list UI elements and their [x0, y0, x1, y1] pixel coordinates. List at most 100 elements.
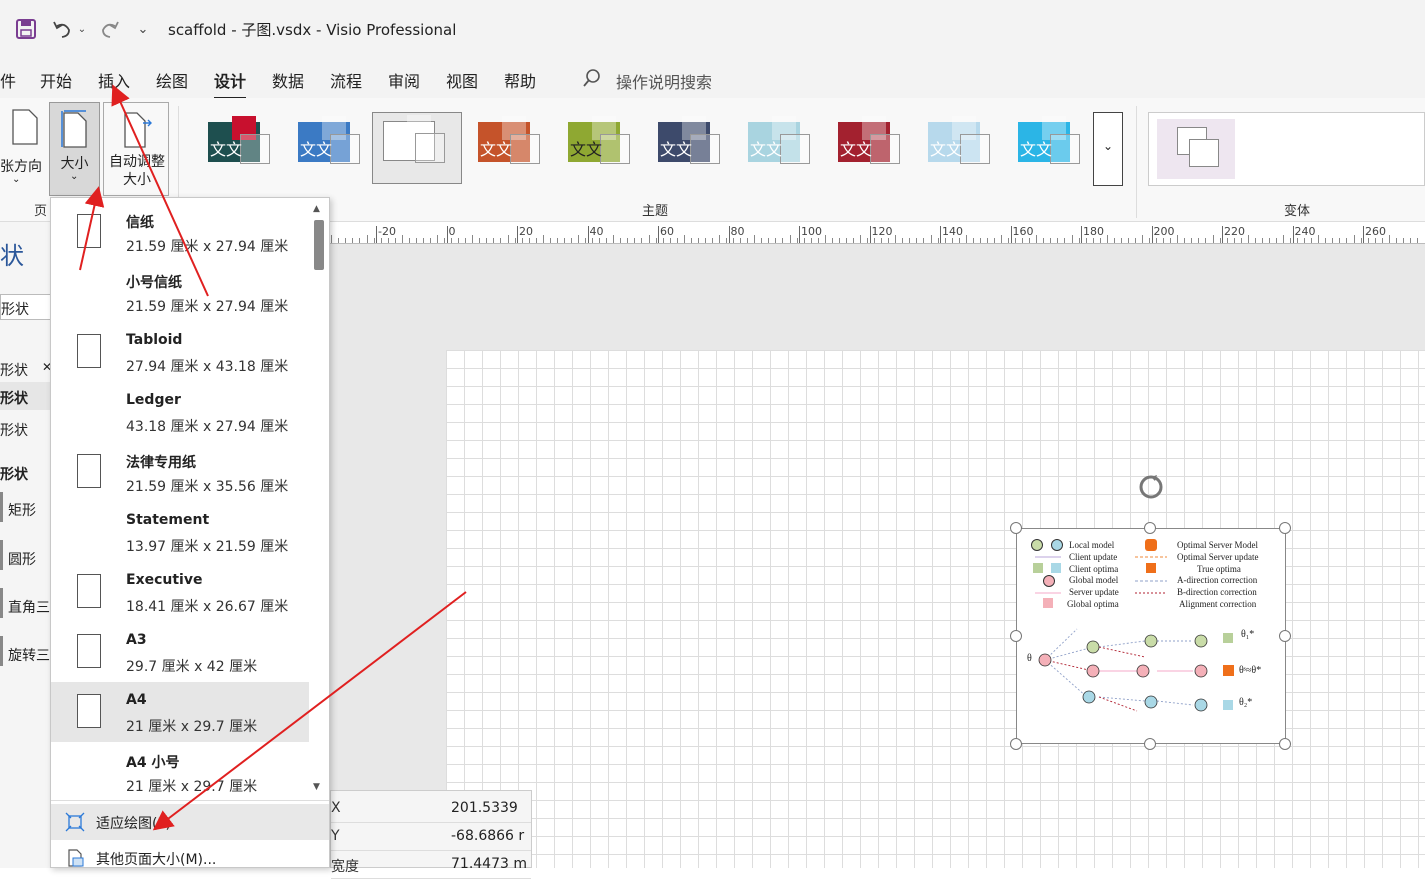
ruler-minor-tick [627, 238, 629, 243]
page-size-option[interactable]: A3 29.7 厘米 x 42 厘米 [51, 622, 309, 682]
shape-rectangle[interactable]: 矩形 [8, 500, 36, 520]
tab-data[interactable]: 数据 [272, 68, 304, 92]
theme-gallery-more-icon[interactable]: ⌄ [1093, 112, 1123, 186]
selected-diagram[interactable]: Local model Client update Client optima … [1016, 528, 1286, 744]
resize-handle[interactable] [1144, 738, 1156, 750]
theme-option[interactable] [372, 112, 462, 184]
tab-insert[interactable]: 插入 [98, 68, 130, 92]
page-size-option[interactable]: Ledger 43.18 厘米 x 27.94 厘米 [51, 382, 309, 442]
ruler-minor-tick [1212, 235, 1214, 243]
resize-handle[interactable] [1279, 522, 1291, 534]
shape-right-triangle[interactable]: 直角三 [8, 597, 50, 617]
shapes-section: 形状 [0, 467, 28, 483]
tab-design[interactable]: 设计 [214, 68, 247, 100]
resize-handle[interactable] [1279, 630, 1291, 642]
scrollbar-thumb[interactable] [314, 220, 324, 270]
tab-draw[interactable]: 绘图 [156, 68, 188, 92]
scroll-down-icon[interactable]: ▼ [313, 782, 320, 792]
resize-handle[interactable] [1279, 738, 1291, 750]
fit-to-drawing-button[interactable]: 适应绘图(F) [51, 804, 329, 840]
theme-option[interactable]: 文文 [1008, 114, 1092, 184]
page-size-option[interactable]: Executive 18.41 厘米 x 26.67 厘米 [51, 562, 309, 622]
ruler-minor-tick [782, 238, 784, 243]
dropdown-scrollbar[interactable]: ▲ ▼ [309, 198, 329, 798]
autofit-button[interactable]: 自动调整大小 [103, 102, 169, 196]
search-icon[interactable] [582, 68, 602, 92]
ruler-label: 20 [519, 225, 533, 238]
ruler-minor-tick [733, 238, 735, 243]
page-size-name: 小号信纸 [126, 275, 182, 291]
size-button[interactable]: 大小 ⌄ [49, 102, 100, 196]
ruler-minor-tick [528, 238, 530, 243]
tab-help[interactable]: 帮助 [504, 68, 536, 92]
x-value[interactable]: 201.5339 [451, 800, 518, 816]
orientation-button[interactable]: 张方向 ⌄ [0, 106, 46, 186]
tab-process[interactable]: 流程 [330, 68, 362, 92]
ruler-minor-tick [394, 238, 396, 243]
resize-handle[interactable] [1010, 738, 1022, 750]
ruler-minor-tick [359, 238, 361, 243]
shape-rotated-triangle[interactable]: 旋转三 [8, 645, 50, 665]
y-value[interactable]: -68.6866 r [451, 828, 524, 844]
shape-circle[interactable]: 圆形 [8, 549, 36, 569]
save-icon[interactable] [12, 14, 40, 44]
ruler-minor-tick [1360, 238, 1362, 243]
page-size-option[interactable]: A4 21 厘米 x 29.7 厘米 [51, 682, 309, 742]
ruler-minor-tick [719, 235, 720, 243]
customize-qat-icon[interactable]: ⌄ [134, 14, 152, 44]
tab-home[interactable]: 开始 [40, 68, 72, 92]
page-size-option[interactable]: 法律专用纸 21.59 厘米 x 35.56 厘米 [51, 442, 309, 502]
page-size-dimensions: 27.94 厘米 x 43.18 厘米 [126, 359, 289, 375]
theme-option[interactable]: 文文 [918, 114, 1002, 184]
ruler-label: 0 [448, 225, 456, 238]
shapes-item[interactable]: 形状 [0, 420, 28, 440]
page-size-dimensions: 18.41 厘米 x 26.67 厘米 [126, 599, 289, 615]
page-size-option[interactable]: 信纸 21.59 厘米 x 27.94 厘米 [51, 202, 309, 262]
theme-option[interactable]: 文文 [828, 114, 912, 184]
tab-view[interactable]: 视图 [446, 68, 478, 92]
redo-icon[interactable] [96, 14, 124, 44]
undo-icon[interactable] [48, 14, 76, 44]
page-size-option[interactable]: 小号信纸 21.59 厘米 x 27.94 厘米 [51, 262, 309, 322]
ruler-minor-tick [1008, 238, 1010, 243]
more-page-sizes-button[interactable]: 其他页面大小(M)... [51, 840, 329, 876]
ruler-tick [587, 226, 589, 243]
variant-option[interactable] [1157, 119, 1235, 179]
resize-handle[interactable] [1010, 522, 1022, 534]
ruler-minor-tick [951, 238, 953, 243]
ruler-minor-tick [1402, 238, 1404, 243]
ruler-minor-tick [690, 238, 692, 243]
tell-me-search[interactable]: 操作说明搜索 [616, 69, 712, 93]
ruler-minor-tick [972, 238, 974, 243]
width-value[interactable]: 71.4473 m [451, 856, 527, 872]
rotate-handle-icon[interactable] [1136, 472, 1166, 506]
theme-preview-text: 文文 [660, 140, 693, 159]
resize-handle[interactable] [1010, 630, 1022, 642]
undo-dropdown-icon[interactable]: ⌄ [76, 14, 88, 44]
portrait-page-icon [77, 574, 101, 608]
theme-option[interactable]: 文文 [468, 114, 552, 184]
chevron-down-icon: ⌄ [12, 174, 21, 185]
theme-option[interactable]: 文文 [648, 114, 732, 184]
ruler-minor-tick [1120, 238, 1122, 243]
ruler-minor-tick [1381, 238, 1383, 243]
theme-option[interactable]: 文文 [738, 114, 822, 184]
size-position-row: Y -68.6866 r [331, 823, 531, 851]
tab-file[interactable]: 件 [0, 68, 16, 92]
theme-option[interactable]: 文文 [198, 114, 282, 184]
ruler-minor-tick [916, 238, 918, 243]
tab-review[interactable]: 审阅 [388, 68, 420, 92]
shapes-item[interactable]: 形状 [0, 388, 28, 408]
page-size-option[interactable]: Statement 13.97 厘米 x 21.59 厘米 [51, 502, 309, 562]
shapes-item[interactable]: 形状 [0, 360, 28, 380]
resize-handle[interactable] [1144, 522, 1156, 534]
ruler-minor-tick [634, 238, 636, 243]
scroll-up-icon[interactable]: ▲ [313, 204, 320, 214]
portrait-page-icon [77, 334, 101, 368]
theme-option[interactable]: 文文 [288, 114, 372, 184]
ruler-minor-tick [817, 238, 819, 243]
page-size-option[interactable]: Tabloid 27.94 厘米 x 43.18 厘米 [51, 322, 309, 382]
ruler-minor-tick [1134, 238, 1136, 243]
theme-option[interactable]: 文文 [558, 114, 642, 184]
page-size-option[interactable]: A4 小号 21 厘米 x 29.7 厘米 [51, 742, 309, 802]
